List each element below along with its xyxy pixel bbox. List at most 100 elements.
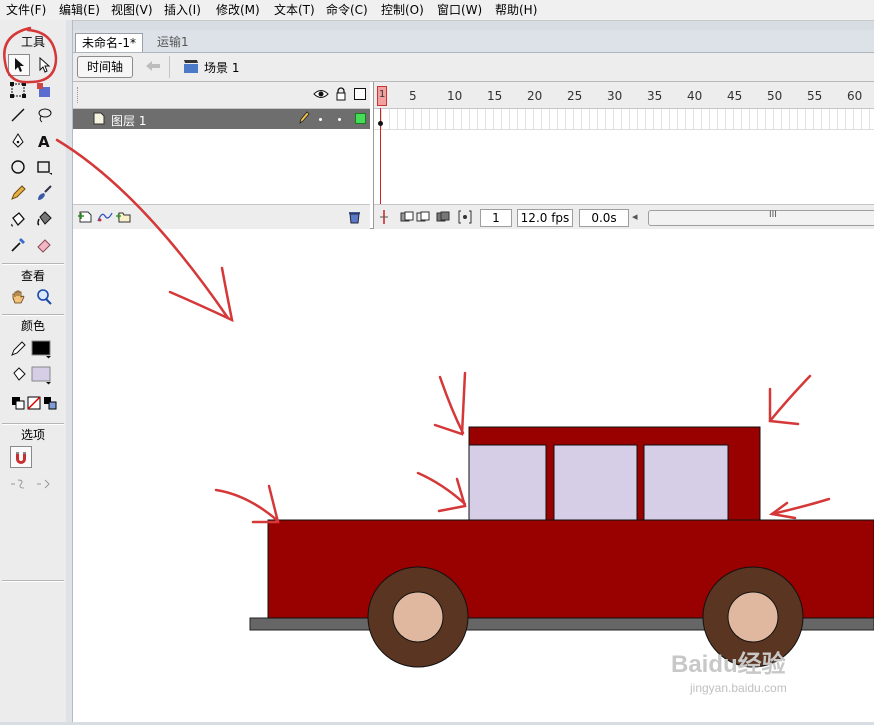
car-window[interactable] <box>643 444 729 521</box>
eraser-tool-icon[interactable] <box>33 234 55 256</box>
layer-header <box>73 82 370 109</box>
timeline-toggle-button[interactable]: 时间轴 <box>77 56 133 78</box>
layer-lock-dot[interactable] <box>338 118 341 121</box>
eyedropper-tool-icon[interactable] <box>7 234 29 256</box>
menu-view[interactable]: 视图(V) <box>111 2 153 18</box>
frame-number-15: 15 <box>487 89 503 103</box>
scrollbar-grip[interactable]: III <box>769 210 777 220</box>
scene-label[interactable]: 场景 1 <box>204 59 239 76</box>
hand-tool-icon[interactable] <box>7 286 29 308</box>
modify-onion-markers-icon[interactable] <box>458 210 472 227</box>
frames-area[interactable]: 1 5 10 15 20 25 30 35 40 45 50 55 60 1 1… <box>373 82 874 229</box>
annotation-arrow <box>214 488 280 523</box>
tab-untitled-1[interactable]: 未命名-1* <box>75 33 143 52</box>
keyframe-dot[interactable] <box>378 121 383 126</box>
selection-tool-icon[interactable] <box>8 54 30 76</box>
tools-separator <box>2 580 64 582</box>
frame-number-40: 40 <box>687 89 703 103</box>
watermark-url: jingyan.baidu.com <box>690 681 787 695</box>
oval-tool-icon[interactable] <box>7 156 29 178</box>
edit-multiple-frames-icon[interactable] <box>436 211 450 226</box>
stage-canvas[interactable]: Baidu经验 jingyan.baidu.com <box>73 229 874 722</box>
frame-number-20: 20 <box>527 89 543 103</box>
frame-rate-field[interactable]: 12.0 fps <box>517 209 573 227</box>
options-section-title: 选项 <box>20 428 45 442</box>
menu-edit[interactable]: 编辑(E) <box>59 2 100 18</box>
rectangle-tool-icon[interactable] <box>33 156 55 178</box>
show-hide-eye-icon[interactable] <box>313 88 329 103</box>
frame-number-10: 10 <box>447 89 463 103</box>
menu-text[interactable]: 文本(T) <box>274 2 315 18</box>
layer-row[interactable]: 图层 1 <box>73 109 370 129</box>
menu-help[interactable]: 帮助(H) <box>495 2 537 18</box>
frame-cells-row[interactable] <box>374 109 874 130</box>
annotation-arrow <box>437 477 467 513</box>
frame-number-5: 5 <box>409 89 417 103</box>
car-window[interactable] <box>553 444 638 521</box>
straighten-option-icon <box>33 473 55 495</box>
snap-to-objects-icon[interactable] <box>10 446 32 468</box>
frame-number-50: 50 <box>767 89 783 103</box>
menu-modify[interactable]: 修改(M) <box>216 2 260 18</box>
lasso-tool-icon[interactable] <box>33 104 55 126</box>
line-tool-icon[interactable] <box>7 104 29 126</box>
panel-grip[interactable] <box>66 20 73 722</box>
paint-bucket-tool-icon[interactable] <box>33 208 55 230</box>
tools-title: 工具 <box>20 35 45 49</box>
watermark-brand: Baidu经验 <box>671 651 786 678</box>
timeline-scrollbar[interactable]: III <box>648 210 874 226</box>
layer-outline-color[interactable] <box>355 113 366 124</box>
swap-colors-icon[interactable] <box>39 392 61 414</box>
onion-skin-icon[interactable] <box>400 211 414 226</box>
scroll-left-arrow-icon[interactable]: ◂ <box>632 210 638 223</box>
ink-bottle-tool-icon[interactable] <box>7 208 29 230</box>
insert-folder-icon[interactable] <box>116 210 132 226</box>
menu-commands[interactable]: 命令(C) <box>326 2 368 18</box>
zoom-tool-icon[interactable] <box>33 286 55 308</box>
timeline-status-bar: 1 12.0 fps 0.0s ◂ III <box>374 204 874 229</box>
menu-insert[interactable]: 插入(I) <box>164 2 201 18</box>
delete-layer-trash-icon[interactable] <box>348 210 361 227</box>
tools-separator <box>2 314 64 316</box>
annotation-arrow <box>768 374 812 423</box>
back-arrow-icon[interactable] <box>145 59 161 76</box>
smooth-option-icon <box>7 473 29 495</box>
menu-bar: 文件(F) 编辑(E) 视图(V) 插入(I) 修改(M) 文本(T) 命令(C… <box>0 0 874 21</box>
tab-transport-1[interactable]: 运输1 <box>151 33 195 51</box>
pencil-tool-icon[interactable] <box>7 182 29 204</box>
gradient-transform-tool-icon[interactable] <box>33 79 55 101</box>
menu-window[interactable]: 窗口(W) <box>437 2 482 18</box>
frame-number-55: 55 <box>807 89 823 103</box>
frame-ruler: 1 5 10 15 20 25 30 35 40 45 50 55 60 <box>374 82 874 109</box>
frame-number-25: 25 <box>567 89 583 103</box>
onion-skin-outlines-icon[interactable] <box>416 211 430 226</box>
pen-tool-icon[interactable] <box>7 130 29 152</box>
lock-icon[interactable] <box>335 87 347 104</box>
fill-color-bucket-icon <box>7 364 29 386</box>
layer-visible-dot[interactable] <box>319 118 322 121</box>
free-transform-tool-icon[interactable] <box>7 79 29 101</box>
outline-square-icon[interactable] <box>354 88 366 100</box>
current-frame-field[interactable]: 1 <box>480 209 512 227</box>
car-window[interactable] <box>468 444 547 521</box>
wheel-hub[interactable] <box>392 591 444 643</box>
document-tab-bar: 未命名-1* 运输1 <box>73 30 874 53</box>
subselection-tool-icon[interactable] <box>33 54 55 76</box>
layer-name[interactable]: 图层 1 <box>111 112 146 129</box>
stroke-color-swatch[interactable] <box>31 338 53 360</box>
grip-icon <box>77 87 80 103</box>
frame-number-60: 60 <box>847 89 863 103</box>
fill-color-swatch[interactable] <box>31 364 53 386</box>
menu-file[interactable]: 文件(F) <box>6 2 46 18</box>
brush-tool-icon[interactable] <box>33 182 55 204</box>
frame-number-35: 35 <box>647 89 663 103</box>
stroke-color-pencil-icon <box>7 338 29 360</box>
menu-control[interactable]: 控制(O) <box>381 2 424 18</box>
wheel-hub[interactable] <box>727 591 779 643</box>
add-motion-guide-icon[interactable] <box>97 210 113 226</box>
frame-number-30: 30 <box>607 89 623 103</box>
text-tool-icon[interactable]: A <box>33 130 55 152</box>
timeline-panel: 图层 1 1 5 10 15 20 25 30 35 40 45 50 55 6… <box>73 82 874 229</box>
insert-layer-icon[interactable] <box>78 210 94 226</box>
center-frame-icon[interactable] <box>379 209 389 228</box>
